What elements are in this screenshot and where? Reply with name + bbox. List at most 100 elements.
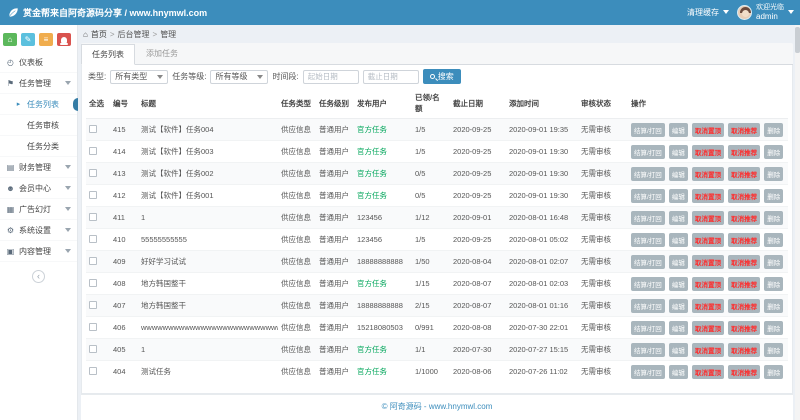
settle-reject-button[interactable]: 结算/打回 bbox=[631, 342, 665, 357]
edit-button[interactable]: ✎ bbox=[21, 33, 35, 46]
delete-button[interactable]: 删除 bbox=[764, 144, 784, 159]
sidebar-item[interactable]: ▤ 财务管理 bbox=[0, 157, 77, 178]
row-checkbox[interactable] bbox=[89, 146, 97, 155]
cancel-recommend-button[interactable]: 取消推荐 bbox=[728, 320, 761, 335]
cancel-recommend-button[interactable]: 取消推荐 bbox=[728, 122, 761, 137]
edit-button[interactable]: 编辑 bbox=[668, 188, 688, 203]
cancel-pin-button[interactable]: 取消置顶 bbox=[692, 342, 724, 357]
breadcrumb-admin[interactable]: 后台管理 bbox=[118, 29, 150, 40]
cancel-recommend-button[interactable]: 取消推荐 bbox=[728, 210, 761, 225]
sidebar-item[interactable]: ▦ 广告幻灯 bbox=[0, 199, 77, 220]
settle-reject-button[interactable]: 结算/打回 bbox=[631, 276, 665, 291]
sidebar-item[interactable]: ☻ 会员中心 bbox=[0, 178, 77, 199]
col-select-all[interactable]: 全选 bbox=[86, 88, 110, 119]
sidebar-item[interactable]: ⚙ 系统设置 bbox=[0, 220, 77, 241]
delete-button[interactable]: 删除 bbox=[764, 232, 784, 247]
search-button[interactable]: 搜索 bbox=[422, 69, 461, 84]
edit-button[interactable]: 编辑 bbox=[668, 210, 688, 225]
cancel-pin-button[interactable]: 取消置顶 bbox=[692, 320, 724, 335]
edit-button[interactable]: 编辑 bbox=[668, 276, 688, 291]
settle-reject-button[interactable]: 结算/打回 bbox=[631, 254, 665, 269]
clear-cache-menu[interactable]: 清理缓存 bbox=[687, 7, 729, 18]
cancel-recommend-button[interactable]: 取消推荐 bbox=[728, 166, 761, 181]
start-date-input[interactable] bbox=[302, 69, 359, 84]
cancel-pin-button[interactable]: 取消置顶 bbox=[692, 166, 724, 181]
notifications-button[interactable] bbox=[57, 33, 71, 46]
footer-link[interactable]: © 阿奇源码 - www.hnymwl.com bbox=[382, 402, 493, 411]
delete-button[interactable]: 删除 bbox=[764, 210, 784, 225]
edit-button[interactable]: 编辑 bbox=[668, 298, 688, 313]
delete-button[interactable]: 删除 bbox=[764, 364, 784, 379]
delete-button[interactable]: 删除 bbox=[764, 320, 784, 335]
end-date-input[interactable] bbox=[362, 69, 419, 84]
cancel-pin-button[interactable]: 取消置顶 bbox=[692, 298, 724, 313]
edit-button[interactable]: 编辑 bbox=[668, 320, 688, 335]
settle-reject-button[interactable]: 结算/打回 bbox=[631, 320, 665, 335]
user-menu[interactable]: 欢迎光临 admin bbox=[737, 4, 794, 21]
delete-button[interactable]: 删除 bbox=[764, 122, 784, 137]
settle-reject-button[interactable]: 结算/打回 bbox=[631, 232, 665, 247]
cancel-pin-button[interactable]: 取消置顶 bbox=[692, 364, 724, 379]
sidebar-item[interactable]: ◴ 仪表板 bbox=[0, 52, 77, 73]
cancel-pin-button[interactable]: 取消置顶 bbox=[692, 144, 724, 159]
row-checkbox[interactable] bbox=[89, 278, 97, 287]
sidebar-item[interactable]: ⚑ 任务管理 bbox=[0, 73, 77, 94]
cancel-pin-button[interactable]: 取消置顶 bbox=[692, 276, 724, 291]
cancel-recommend-button[interactable]: 取消推荐 bbox=[728, 342, 761, 357]
menu-button[interactable]: ≡ bbox=[39, 33, 53, 46]
settle-reject-button[interactable]: 结算/打回 bbox=[631, 188, 665, 203]
row-checkbox[interactable] bbox=[89, 366, 97, 375]
row-checkbox[interactable] bbox=[89, 234, 97, 243]
brand[interactable]: 赏金帮来自阿奇源码分享 / www.hnymwl.com bbox=[8, 6, 207, 19]
type-select[interactable]: 所有类型 bbox=[110, 69, 169, 84]
settle-reject-button[interactable]: 结算/打回 bbox=[631, 364, 665, 379]
settle-reject-button[interactable]: 结算/打回 bbox=[631, 210, 665, 225]
cancel-recommend-button[interactable]: 取消推荐 bbox=[728, 276, 761, 291]
delete-button[interactable]: 删除 bbox=[764, 342, 784, 357]
cancel-recommend-button[interactable]: 取消推荐 bbox=[728, 254, 761, 269]
row-checkbox[interactable] bbox=[89, 168, 97, 177]
sidebar-item[interactable]: 任务分类 bbox=[0, 136, 77, 157]
cancel-recommend-button[interactable]: 取消推荐 bbox=[728, 188, 761, 203]
row-checkbox[interactable] bbox=[89, 322, 97, 331]
settle-reject-button[interactable]: 结算/打回 bbox=[631, 122, 665, 137]
row-checkbox[interactable] bbox=[89, 344, 97, 353]
sidebar-item[interactable]: 任务审核 bbox=[0, 115, 77, 136]
edit-button[interactable]: 编辑 bbox=[668, 166, 688, 181]
cancel-pin-button[interactable]: 取消置顶 bbox=[692, 122, 724, 137]
row-checkbox[interactable] bbox=[89, 300, 97, 309]
settle-reject-button[interactable]: 结算/打回 bbox=[631, 144, 665, 159]
tab-task-list[interactable]: 任务列表 bbox=[81, 44, 135, 65]
cancel-pin-button[interactable]: 取消置顶 bbox=[692, 188, 724, 203]
delete-button[interactable]: 删除 bbox=[764, 188, 784, 203]
edit-button[interactable]: 编辑 bbox=[668, 144, 688, 159]
delete-button[interactable]: 删除 bbox=[764, 166, 784, 181]
edit-button[interactable]: 编辑 bbox=[668, 122, 688, 137]
cancel-recommend-button[interactable]: 取消推荐 bbox=[728, 232, 761, 247]
row-checkbox[interactable] bbox=[89, 212, 97, 221]
scrollbar-thumb[interactable] bbox=[795, 27, 800, 53]
tab-add-task[interactable]: 添加任务 bbox=[135, 43, 189, 64]
scrollbar-track[interactable] bbox=[795, 25, 800, 420]
level-select[interactable]: 所有等级 bbox=[210, 69, 269, 84]
row-checkbox[interactable] bbox=[89, 190, 97, 199]
breadcrumb-home[interactable]: 首页 bbox=[91, 29, 107, 40]
cancel-pin-button[interactable]: 取消置顶 bbox=[692, 254, 724, 269]
edit-button[interactable]: 编辑 bbox=[668, 364, 688, 379]
delete-button[interactable]: 删除 bbox=[764, 254, 784, 269]
home-button[interactable]: ⌂ bbox=[3, 33, 17, 46]
cancel-pin-button[interactable]: 取消置顶 bbox=[692, 232, 724, 247]
cancel-pin-button[interactable]: 取消置顶 bbox=[692, 210, 724, 225]
cancel-recommend-button[interactable]: 取消推荐 bbox=[728, 144, 761, 159]
delete-button[interactable]: 删除 bbox=[764, 276, 784, 291]
row-checkbox[interactable] bbox=[89, 124, 97, 133]
cancel-recommend-button[interactable]: 取消推荐 bbox=[728, 364, 761, 379]
sidebar-collapse-button[interactable]: ‹ bbox=[32, 270, 45, 283]
settle-reject-button[interactable]: 结算/打回 bbox=[631, 298, 665, 313]
delete-button[interactable]: 删除 bbox=[764, 298, 784, 313]
edit-button[interactable]: 编辑 bbox=[668, 254, 688, 269]
row-checkbox[interactable] bbox=[89, 256, 97, 265]
sidebar-item[interactable]: ▣ 内容管理 bbox=[0, 241, 77, 262]
cancel-recommend-button[interactable]: 取消推荐 bbox=[728, 298, 761, 313]
settle-reject-button[interactable]: 结算/打回 bbox=[631, 166, 665, 181]
